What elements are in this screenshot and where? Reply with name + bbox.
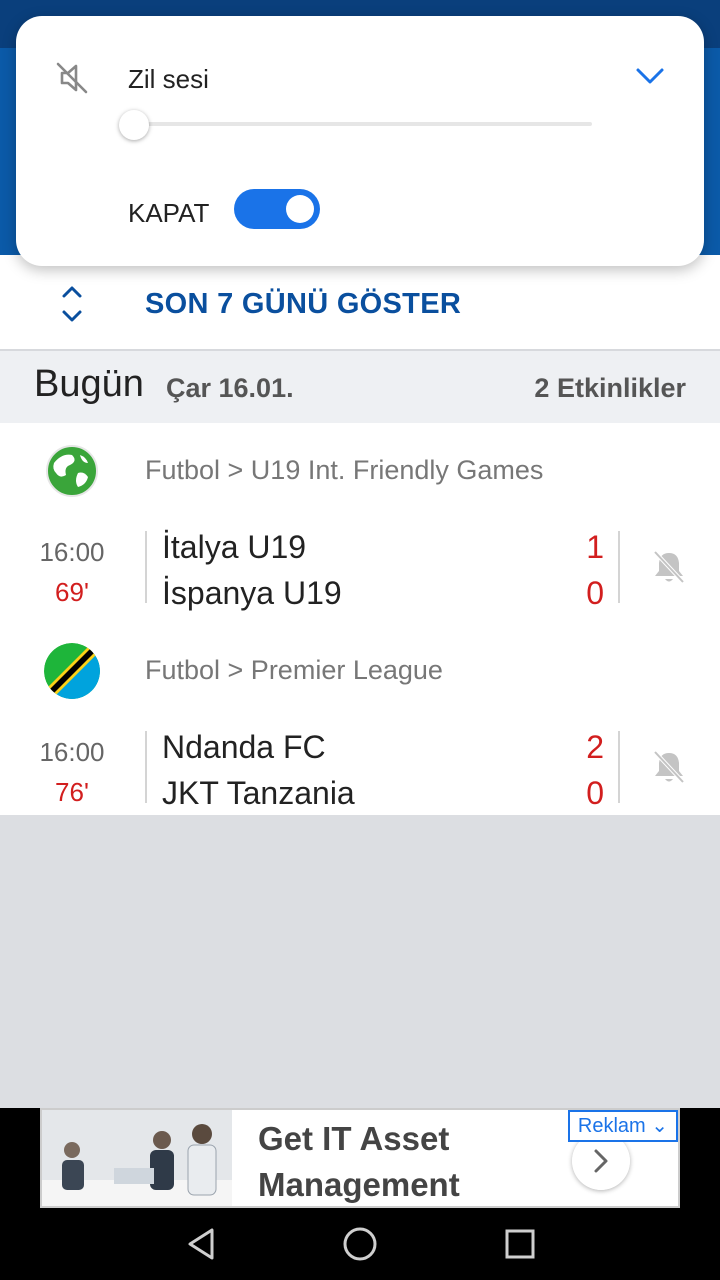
match-minute: 76' — [55, 777, 89, 807]
day-date: Çar 16.01. — [166, 373, 294, 403]
volume-slider-thumb[interactable] — [119, 110, 149, 140]
match-minute: 69' — [55, 577, 89, 607]
away-team: JKT Tanzania — [162, 775, 355, 811]
ad-banner[interactable]: Get IT Asset Management Reklam ⌄ — [40, 1108, 680, 1208]
league-name: Futbol > U19 Int. Friendly Games — [145, 455, 544, 485]
world-globe-icon — [44, 443, 100, 499]
home-team: Ndanda FC — [162, 729, 326, 765]
navigation-bar — [0, 1208, 720, 1280]
mute-icon[interactable] — [54, 60, 90, 96]
toggle-label: KAPAT — [128, 198, 210, 228]
event-count: 2 Etkinlikler — [534, 373, 686, 403]
toggle-knob — [286, 195, 314, 223]
volume-slider-track[interactable] — [134, 122, 592, 126]
divider — [145, 731, 147, 803]
up-down-arrows-icon — [62, 286, 82, 322]
bell-off-icon[interactable] — [652, 749, 686, 785]
league-name: Futbol > Premier League — [145, 655, 443, 685]
tanzania-flag-icon — [44, 643, 100, 699]
match-row[interactable]: 16:00 69' İtalya U19 İspanya U19 1 0 — [0, 519, 720, 623]
volume-panel: Zil sesi KAPAT — [16, 16, 704, 266]
match-time: 16:00 — [39, 537, 105, 567]
home-score: 1 — [586, 529, 604, 565]
ad-text: Get IT Asset Management — [258, 1120, 460, 1203]
home-team: İtalya U19 — [162, 529, 307, 565]
day-header: Bugün Çar 16.01. 2 Etkinlikler — [0, 351, 720, 423]
show-last-days-row[interactable]: SON 7 GÜNÜ GÖSTER — [0, 255, 720, 351]
bell-off-icon[interactable] — [652, 549, 686, 585]
show-last-days-button[interactable]: SON 7 GÜNÜ GÖSTER — [145, 288, 461, 321]
events-list: Futbol > U19 Int. Friendly Games 16:00 6… — [0, 423, 720, 815]
divider — [145, 531, 147, 603]
back-icon[interactable] — [184, 1226, 220, 1262]
chevron-down-icon[interactable] — [634, 64, 666, 88]
home-score: 2 — [586, 729, 604, 765]
divider — [618, 531, 620, 603]
divider — [618, 731, 620, 803]
mute-toggle[interactable] — [234, 189, 320, 229]
day-name: Bugün — [34, 363, 144, 405]
ad-badge[interactable]: Reklam ⌄ — [567, 1110, 678, 1142]
away-score: 0 — [586, 775, 604, 811]
league-header[interactable]: Futbol > U19 Int. Friendly Games — [0, 423, 720, 519]
ad-bar: Get IT Asset Management Reklam ⌄ — [0, 1108, 720, 1208]
league-header[interactable]: Futbol > Premier League — [0, 623, 720, 719]
recent-apps-icon[interactable] — [504, 1228, 536, 1260]
ringtone-label: Zil sesi — [128, 64, 209, 94]
ad-image — [42, 1110, 232, 1206]
away-team: İspanya U19 — [162, 575, 342, 611]
away-score: 0 — [586, 575, 604, 611]
match-time: 16:00 — [39, 737, 105, 767]
match-row[interactable]: 16:00 76' Ndanda FC JKT Tanzania 2 0 — [0, 719, 720, 815]
home-icon[interactable] — [342, 1226, 378, 1262]
main-content: SON 7 GÜNÜ GÖSTER Bugün Çar 16.01. 2 Etk… — [0, 255, 720, 815]
